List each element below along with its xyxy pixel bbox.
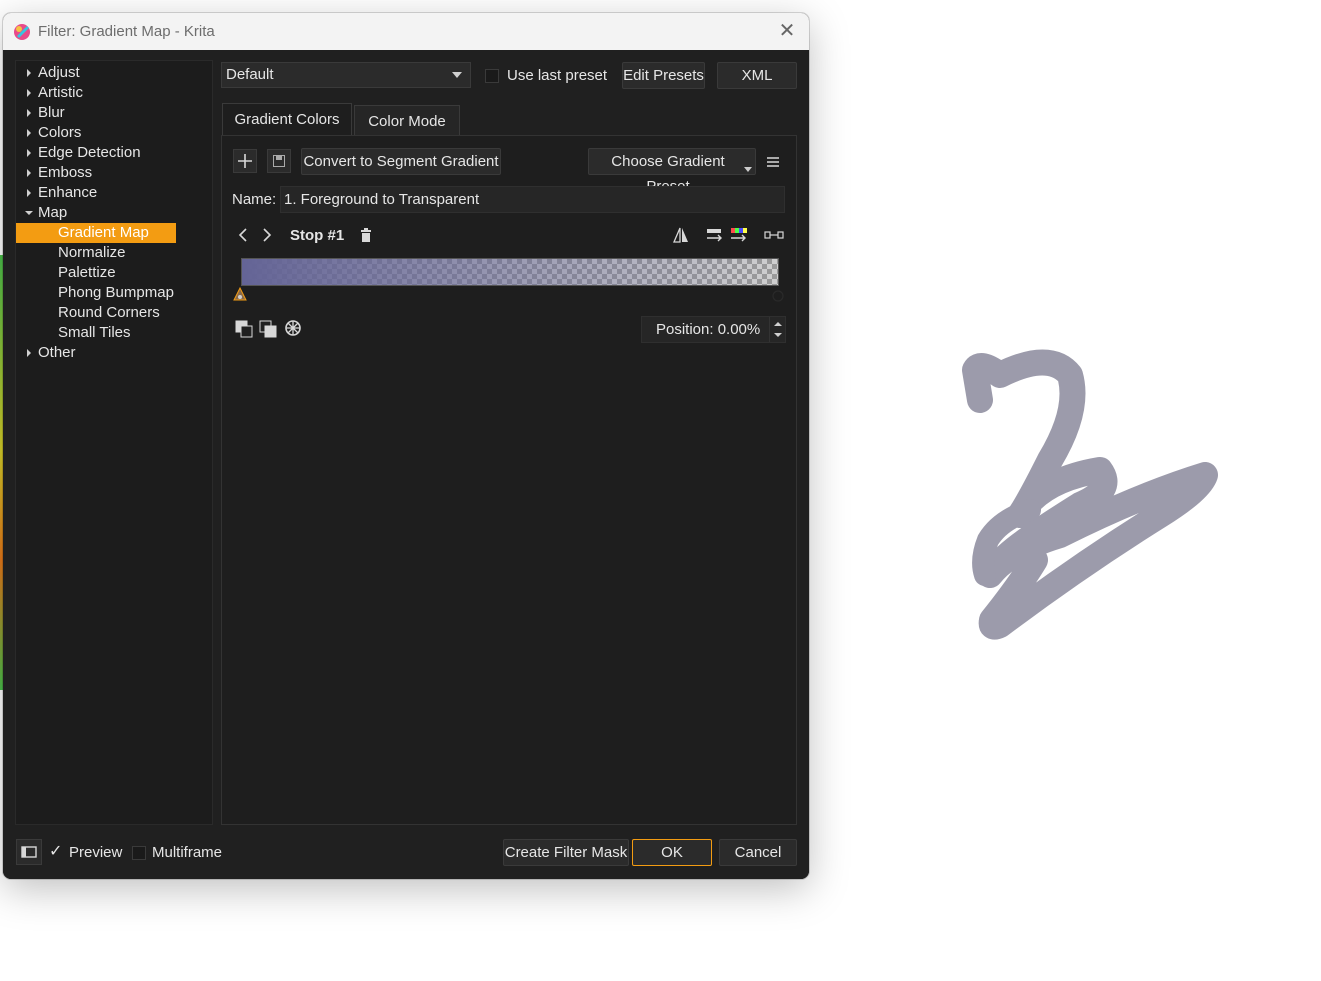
- tree-item-enhance[interactable]: Enhance: [27, 183, 98, 203]
- use-last-preset-checkbox[interactable]: [485, 69, 499, 83]
- tree-item-label: Round Corners: [58, 304, 160, 321]
- add-gradient-icon[interactable]: [233, 149, 257, 173]
- collapse-arrow-icon[interactable]: [24, 203, 34, 223]
- tree-item-blur[interactable]: Blur: [27, 103, 65, 123]
- foreground-color-icon[interactable]: [234, 319, 254, 339]
- tree-item-label: Artistic: [38, 84, 83, 101]
- tree-item-map[interactable]: Map: [25, 203, 68, 223]
- tree-item-label: Small Tiles: [58, 324, 131, 341]
- tree-item-label: Normalize: [58, 244, 126, 261]
- expand-arrow-icon[interactable]: [24, 163, 34, 183]
- edit-presets-button[interactable]: Edit Presets: [622, 62, 705, 89]
- preset-combo-value: Default: [226, 66, 274, 83]
- tree-item-label: Colors: [38, 124, 82, 141]
- tree-item-normalize[interactable]: Normalize: [58, 243, 126, 263]
- tree-item-label: Adjust: [38, 64, 80, 81]
- close-icon[interactable]: ✕: [777, 21, 797, 41]
- preview-checkbox[interactable]: ✓: [49, 841, 62, 861]
- gradient-name-field[interactable]: 1. Foreground to Transparent: [280, 186, 785, 213]
- tree-item-label: Enhance: [38, 184, 98, 201]
- expand-arrow-icon[interactable]: [24, 83, 34, 103]
- background-color-icon[interactable]: [258, 319, 278, 339]
- tab-gradient-colors[interactable]: Gradient Colors: [222, 103, 352, 137]
- expand-arrow-icon[interactable]: [24, 103, 34, 123]
- chevron-down-icon: [452, 72, 462, 78]
- tree-item-edge-detection[interactable]: Edge Detection: [27, 143, 141, 163]
- expand-arrow-icon[interactable]: [24, 63, 34, 83]
- multiframe-checkbox[interactable]: [132, 846, 146, 860]
- create-filter-mask-button[interactable]: Create Filter Mask: [503, 839, 629, 866]
- expand-arrow-icon[interactable]: [24, 123, 34, 143]
- tab-color-mode[interactable]: Color Mode: [354, 105, 460, 138]
- position-spinbox[interactable]: Position: 0.00%: [641, 316, 786, 343]
- expand-arrow-icon[interactable]: [24, 343, 34, 363]
- tree-item-round-corners[interactable]: Round Corners: [58, 303, 160, 323]
- stop-marker-start-icon[interactable]: [233, 287, 247, 303]
- preview-label[interactable]: Preview: [69, 843, 122, 863]
- choose-gradient-preset-button[interactable]: Choose Gradient Preset: [588, 148, 756, 195]
- tree-item-gradient-map[interactable]: Gradient Map: [16, 223, 176, 243]
- stop-label: Stop #1: [290, 227, 345, 244]
- filter-dialog: Filter: Gradient Map - Krita ✕ Adjust Ar…: [3, 13, 809, 879]
- tree-item-other[interactable]: Other: [27, 343, 76, 363]
- preset-combo[interactable]: Default: [221, 62, 471, 88]
- tree-item-colors[interactable]: Colors: [27, 123, 82, 143]
- tree-item-small-tiles[interactable]: Small Tiles: [58, 323, 131, 343]
- custom-color-icon[interactable]: [283, 318, 303, 338]
- dropdown-arrow-icon: [744, 167, 752, 172]
- save-gradient-icon[interactable]: [267, 149, 291, 173]
- tree-item-label: Phong Bumpmap: [58, 284, 174, 301]
- expand-arrow-icon[interactable]: [24, 183, 34, 203]
- tree-item-label: Blur: [38, 104, 65, 121]
- multiframe-label[interactable]: Multiframe: [152, 843, 222, 863]
- tree-item-label: Edge Detection: [38, 144, 141, 161]
- canvas-brush-stroke: [962, 349, 1218, 640]
- menu-icon[interactable]: [763, 152, 783, 172]
- color-stops-icon[interactable]: [729, 225, 749, 245]
- split-view-icon[interactable]: [16, 839, 42, 865]
- cancel-button[interactable]: Cancel: [719, 839, 797, 866]
- ok-button[interactable]: OK: [632, 839, 712, 866]
- stop-marker-end-icon[interactable]: [771, 289, 785, 303]
- tree-item-phong-bumpmap[interactable]: Phong Bumpmap: [58, 283, 174, 303]
- tree-item-label: Emboss: [38, 164, 93, 181]
- tree-item-artistic[interactable]: Artistic: [27, 83, 83, 103]
- dialog-footer: ✓ Preview Multiframe Create Filter Mask …: [3, 825, 809, 879]
- tree-item-emboss[interactable]: Emboss: [27, 163, 93, 183]
- window-title: Filter: Gradient Map - Krita: [38, 23, 215, 40]
- convert-segment-gradient-button[interactable]: Convert to Segment Gradient: [301, 148, 501, 175]
- use-last-preset-label[interactable]: Use last preset: [507, 66, 607, 86]
- tree-item-adjust[interactable]: Adjust: [27, 63, 80, 83]
- title-bar: Filter: Gradient Map - Krita ✕: [3, 13, 809, 50]
- delete-stop-icon[interactable]: [358, 226, 374, 244]
- gradient-preview-bar[interactable]: [241, 258, 779, 286]
- filter-category-tree[interactable]: Adjust Artistic Blur Colors Edge Detecti…: [15, 60, 213, 825]
- xml-button[interactable]: XML: [717, 62, 797, 89]
- tree-item-label: Palettize: [58, 264, 116, 281]
- distribute-stops-icon[interactable]: [705, 225, 725, 245]
- tree-item-label: Other: [38, 344, 76, 361]
- tree-item-label: Map: [38, 204, 68, 221]
- flip-gradient-icon[interactable]: [671, 225, 691, 245]
- spin-arrows[interactable]: [769, 317, 785, 342]
- name-label: Name:: [232, 191, 277, 208]
- krita-app-icon: [13, 23, 31, 41]
- expand-arrow-icon[interactable]: [24, 143, 34, 163]
- previous-stop-icon[interactable]: [235, 224, 251, 246]
- tree-item-palettize[interactable]: Palettize: [58, 263, 116, 283]
- tree-item-label: Gradient Map: [58, 224, 149, 241]
- compact-mode-icon[interactable]: [763, 225, 785, 245]
- next-stop-icon[interactable]: [259, 224, 275, 246]
- position-value: Position: 0.00%: [656, 321, 761, 338]
